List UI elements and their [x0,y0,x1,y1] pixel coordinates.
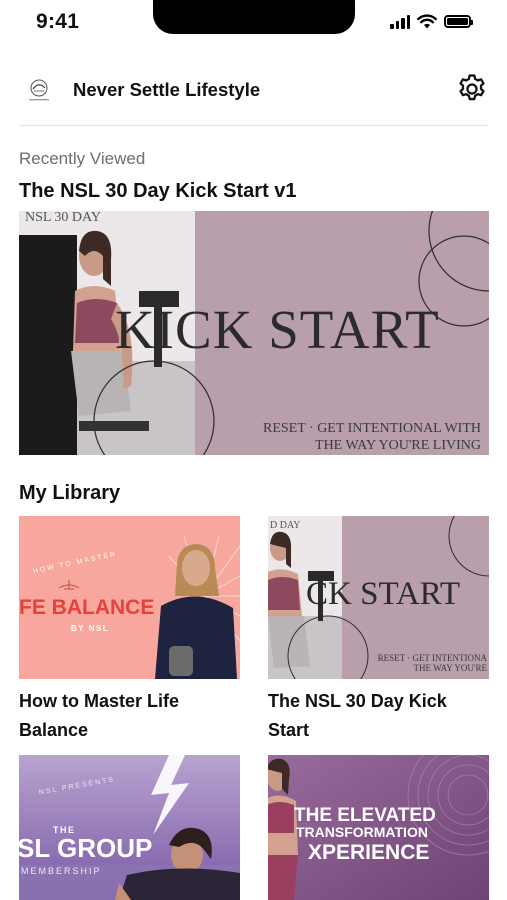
recently-viewed-caption: Recently Viewed [19,149,146,168]
kick-top-text: D DAY [270,520,300,531]
library-card-image[interactable]: D DAY CK START RESET · GET INTENTIONA TH… [268,516,489,679]
hero-main-text: KICK START [115,299,440,360]
group-main-text: SL GROUP [19,833,152,863]
settings-button[interactable] [455,72,489,106]
header-divider [19,125,489,126]
kick-sub-line2: THE WAY YOU'RE [414,663,488,673]
recently-viewed-title[interactable]: The NSL 30 Day Kick Start v1 [19,180,297,203]
elevated-line3: XPERIENCE [308,841,429,864]
cellular-signal-icon [390,14,410,29]
status-time: 9:41 [36,10,80,33]
library-card-title[interactable]: How to Master Life Balance [19,687,240,745]
kick-sub-line1: RESET · GET INTENTIONA [378,653,488,663]
app-title: Never Settle Lifestyle [73,79,261,100]
library-card-image[interactable]: NSL PRESENTS THE SL GROUP MEMBERSHIP [19,755,240,900]
recently-viewed-card-image[interactable]: NSL 30 DAY KICK START RESET · GET INTENT… [19,211,489,455]
status-icons [390,14,473,29]
library-card-title[interactable]: The NSL 30 Day Kick Start [268,687,489,745]
library-card-image[interactable]: THE ELEVATED TRANSFORMATION XPERIENCE [268,755,489,900]
elevated-line1: THE ELEVATED [294,805,436,826]
balance-by-text: BY NSL [71,624,109,633]
hero-sub-line2: THE WAY YOU'RE LIVING [315,438,481,453]
my-library-title: My Library [19,482,121,504]
battery-icon [444,15,473,28]
wifi-icon [417,14,437,29]
brand-logo[interactable] [19,70,59,110]
app-header: Never Settle Lifestyle [19,68,489,112]
hero-sub-line1: RESET · GET INTENTIONAL WITH [263,421,481,436]
library-card[interactable]: THE ELEVATED TRANSFORMATION XPERIENCE [268,755,489,900]
gear-icon [459,74,485,101]
hero-top-text: NSL 30 DAY [25,211,101,225]
status-bar: 9:41 [0,0,507,50]
group-sub-text: MEMBERSHIP [21,866,102,876]
kick-main-text: CK START [306,576,460,612]
library-card[interactable]: NSL PRESENTS THE SL GROUP MEMBERSHIP [19,755,240,900]
library-card[interactable]: D DAY CK START RESET · GET INTENTIONA TH… [268,516,489,745]
elevated-line2: TRANSFORMATION [296,824,428,840]
nsl-logo-icon [29,79,49,101]
library-card[interactable]: HOW TO MASTER FE BALANCE BY NSL How to M… [19,516,240,745]
library-card-image[interactable]: HOW TO MASTER FE BALANCE BY NSL [19,516,240,679]
balance-main-text: FE BALANCE [19,596,154,619]
device-notch [153,0,355,34]
